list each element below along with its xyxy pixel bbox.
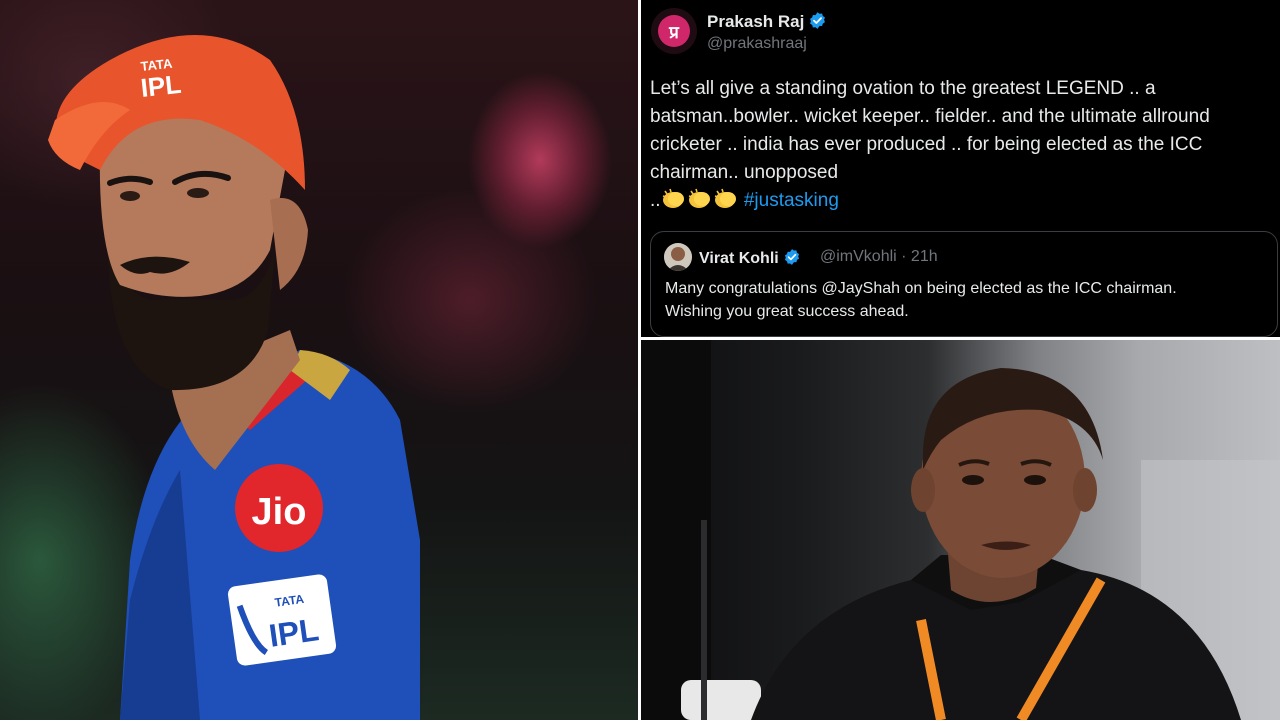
clapping-hands-icon (713, 188, 739, 219)
clapping-hands-icon (661, 188, 687, 219)
actor-illustration (641, 340, 1280, 720)
quoted-author-avatar[interactable] (664, 243, 692, 271)
tweet-text-line: Let’s all give a standing ovation to the… (650, 78, 1156, 99)
hashtag-link[interactable]: #justasking (744, 190, 839, 211)
quoted-author-name-row[interactable]: Virat Kohli (699, 248, 801, 271)
verified-badge-icon (808, 11, 827, 35)
tweet-text-last-line: .. #justasking (650, 187, 1275, 219)
tweet-card[interactable]: प्र Prakash Raj @prakashraaj Let’s all g… (641, 0, 1280, 338)
author-name-row[interactable]: Prakash Raj (707, 11, 827, 35)
tweet-text-line: batsman..bowler.. wicket keeper.. fielde… (650, 106, 1210, 127)
author-name[interactable]: Prakash Raj (707, 12, 804, 31)
clapping-hands-icon (687, 188, 713, 219)
jio-text: Jio (252, 491, 307, 533)
tweet-text-prefix: .. (650, 190, 661, 211)
quoted-tweet[interactable]: Virat Kohli @imVkohli · 21h Many congrat… (650, 231, 1278, 337)
cap-logo: IPL (139, 69, 182, 103)
tweet-text-line: cricketer .. india has ever produced .. … (650, 134, 1203, 155)
author-handle[interactable]: @prakashraaj (707, 35, 807, 53)
quoted-text-line: Wishing you great success ahead. (665, 303, 909, 320)
ipl-patch: TATA IPL (227, 574, 337, 666)
author-avatar-icon: प्र (651, 8, 697, 54)
author-avatar[interactable]: प्र (651, 8, 697, 54)
author-avatar-glyph: प्र (668, 23, 680, 43)
tweet-text: Let’s all give a standing ovation to the… (650, 75, 1275, 219)
verified-badge-icon (783, 248, 801, 271)
cricketer-illustration: TATA IPL Jio TATA IPL (48, 35, 420, 720)
quoted-tweet-text: Many congratulations @JayShah on being e… (665, 277, 1177, 323)
quoted-avatar-icon (664, 243, 692, 271)
quoted-author-handle[interactable]: @imVkohli · 21h (820, 248, 938, 266)
quoted-text-line: Many congratulations @JayShah on being e… (665, 280, 1177, 297)
left-photo: TATA IPL Jio TATA IPL (0, 0, 640, 720)
tweet-text-line: chairman.. unopposed (650, 162, 839, 183)
right-photo (641, 340, 1280, 720)
ipl-patch-text: IPL (267, 611, 321, 654)
quoted-author-name[interactable]: Virat Kohli (699, 250, 779, 267)
